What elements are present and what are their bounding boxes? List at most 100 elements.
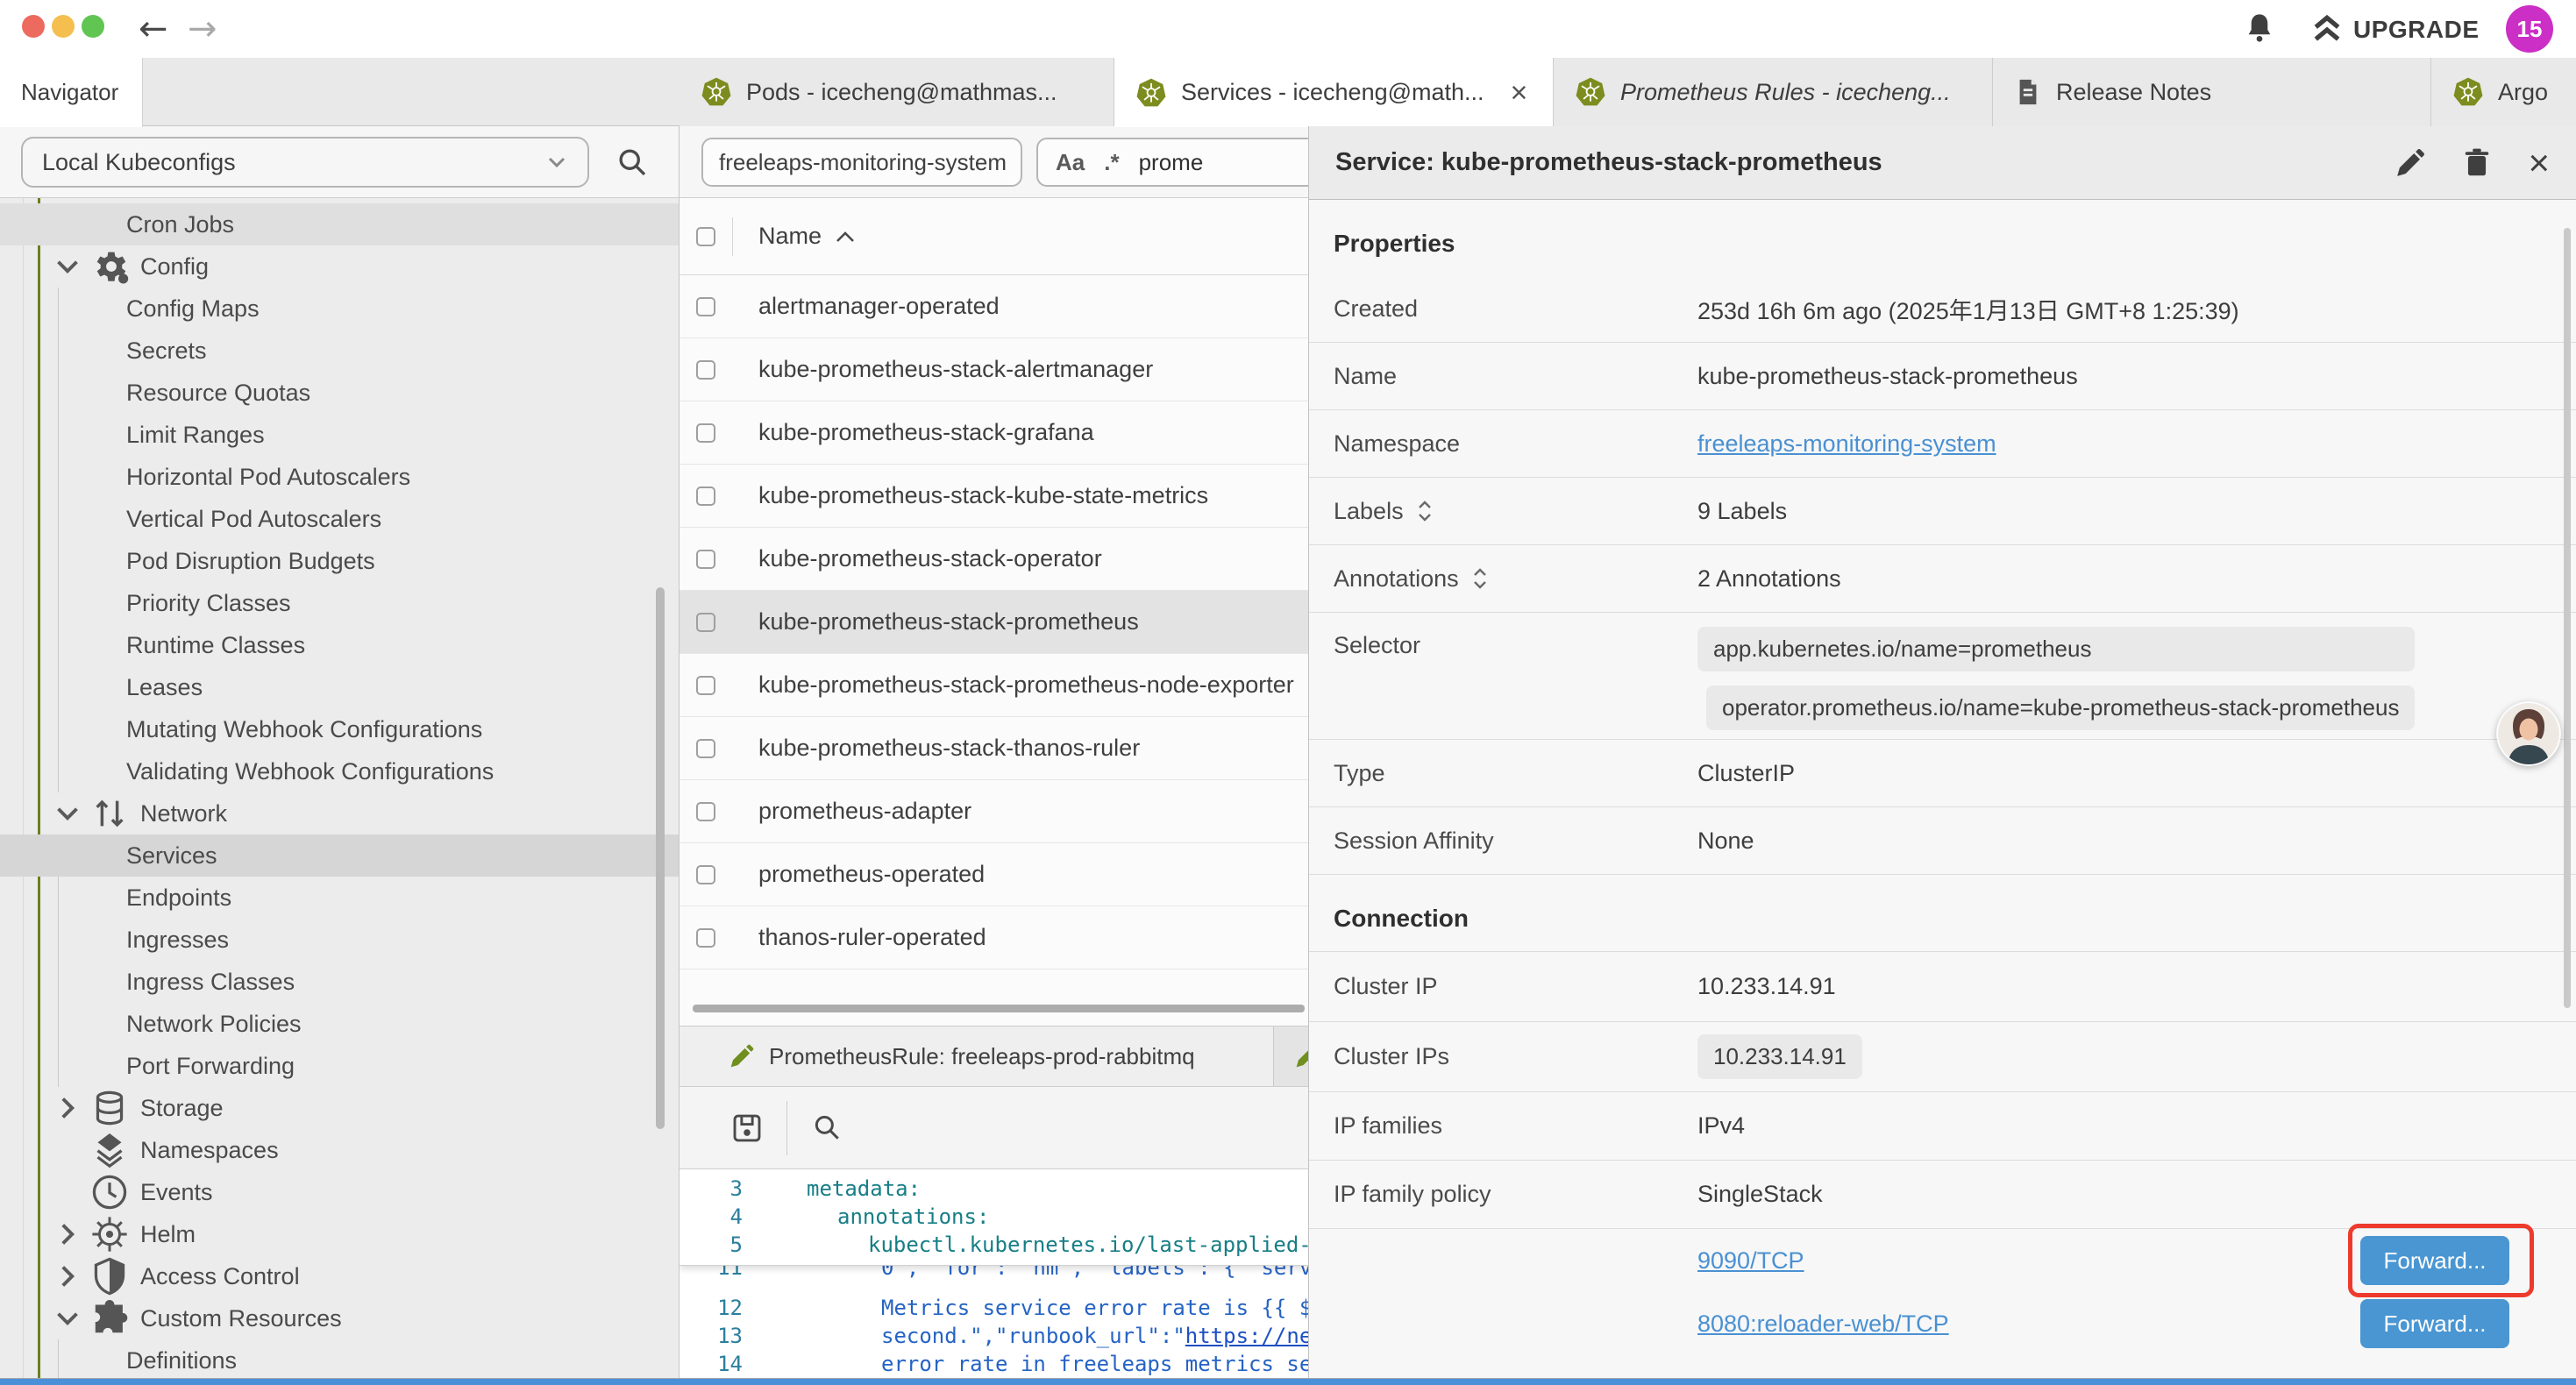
- sidebar-item-events[interactable]: Events: [0, 1171, 679, 1213]
- tab-services[interactable]: Services - icecheng@math... ×: [1114, 58, 1554, 127]
- row-checkbox[interactable]: [696, 423, 715, 443]
- notification-count-badge[interactable]: 15: [2506, 5, 2553, 53]
- close-tab-icon[interactable]: ×: [1511, 78, 1528, 108]
- sidebar-item-ingress-classes[interactable]: Ingress Classes: [0, 961, 679, 1003]
- namespace-link[interactable]: freeleaps-monitoring-system: [1697, 430, 1996, 458]
- expand-updown-icon[interactable]: [1416, 499, 1434, 523]
- row-checkbox[interactable]: [696, 739, 715, 758]
- sidebar-item-services[interactable]: Services: [0, 835, 679, 877]
- row-checkbox[interactable]: [696, 676, 715, 695]
- sidebar-item-namespaces[interactable]: Namespaces: [0, 1129, 679, 1171]
- sidebar-item-runtime-classes[interactable]: Runtime Classes: [0, 624, 679, 666]
- close-window-button[interactable]: [22, 15, 45, 38]
- forward-arrow-icon[interactable]: →: [188, 5, 217, 53]
- search-icon[interactable]: [616, 146, 649, 179]
- sidebar-scrollbar[interactable]: [656, 587, 665, 1129]
- column-divider: [732, 217, 733, 256]
- row-checkbox[interactable]: [696, 487, 715, 506]
- back-arrow-icon[interactable]: ←: [139, 5, 168, 53]
- tab-strip: Navigator Pods - icecheng@mathmas... Ser…: [0, 58, 2576, 126]
- sidebar-item-network[interactable]: Network: [0, 792, 679, 835]
- editor-search-icon[interactable]: [811, 1112, 843, 1143]
- row-checkbox[interactable]: [696, 297, 715, 316]
- runbook-url-link[interactable]: https://net: [1185, 1324, 1308, 1348]
- service-row-kube-prometheus-stack-grafana[interactable]: kube-prometheus-stack-grafana: [680, 401, 1308, 465]
- kubeconfig-select[interactable]: Local Kubeconfigs: [21, 137, 589, 188]
- sidebar-item-leases[interactable]: Leases: [0, 666, 679, 708]
- select-all-checkbox[interactable]: [696, 227, 715, 246]
- sidebar-item-helm[interactable]: Helm: [0, 1213, 679, 1255]
- minimize-window-button[interactable]: [52, 15, 75, 38]
- sidebar-item-priority-classes[interactable]: Priority Classes: [0, 582, 679, 624]
- editor-line: 5 kubectl.kubernetes.io/last-applied-con: [680, 1231, 1308, 1259]
- sidebar-item-port-forwarding[interactable]: Port Forwarding: [0, 1045, 679, 1087]
- save-icon[interactable]: [730, 1112, 764, 1145]
- sidebar-item-storage[interactable]: Storage: [0, 1087, 679, 1129]
- cluster-ip-row: Cluster IP 10.233.14.91: [1309, 952, 2576, 1022]
- service-row-prometheus-adapter[interactable]: prometheus-adapter: [680, 780, 1308, 843]
- detail-scrollbar[interactable]: [2564, 228, 2571, 1008]
- row-checkbox[interactable]: [696, 928, 715, 948]
- sidebar-item-access-control[interactable]: Access Control: [0, 1255, 679, 1297]
- service-row-prometheus-operated[interactable]: prometheus-operated: [680, 843, 1308, 906]
- service-row-thanos-ruler-operated[interactable]: thanos-ruler-operated: [680, 906, 1308, 970]
- sidebar-item-resource-quotas[interactable]: Resource Quotas: [0, 372, 679, 414]
- service-row-kube-prometheus-stack-operator[interactable]: kube-prometheus-stack-operator: [680, 528, 1308, 591]
- sidebar-item-secrets[interactable]: Secrets: [0, 330, 679, 372]
- sidebar-item-validating-webhook-configurations[interactable]: Validating Webhook Configurations: [0, 750, 679, 792]
- row-checkbox[interactable]: [696, 550, 715, 569]
- tab-pods[interactable]: Pods - icecheng@mathmas...: [680, 58, 1114, 126]
- sidebar-item-custom-resources[interactable]: Custom Resources: [0, 1297, 679, 1339]
- sidebar-item-config-maps[interactable]: Config Maps: [0, 288, 679, 330]
- notification-bell-icon[interactable]: [2243, 11, 2276, 46]
- row-checkbox[interactable]: [696, 360, 715, 380]
- row-checkbox[interactable]: [696, 613, 715, 632]
- yaml-editor[interactable]: 11 0', 'for': 'nm', 'labels': { 'service…: [680, 1169, 1308, 1378]
- sidebar-item-vertical-pod-autoscalers[interactable]: Vertical Pod Autoscalers: [0, 498, 679, 540]
- user-avatar[interactable]: [2496, 701, 2561, 766]
- service-row-kube-prometheus-stack-thanos-ruler[interactable]: kube-prometheus-stack-thanos-ruler: [680, 717, 1308, 780]
- service-row-kube-prometheus-stack-alertmanager[interactable]: kube-prometheus-stack-alertmanager: [680, 338, 1308, 401]
- service-row-kube-prometheus-stack-prometheus[interactable]: kube-prometheus-stack-prometheus: [680, 591, 1308, 654]
- regex-toggle[interactable]: .*: [1104, 149, 1119, 176]
- red-highlight-box: [2348, 1224, 2534, 1297]
- name-column-header[interactable]: Name: [758, 223, 855, 250]
- row-checkbox[interactable]: [696, 802, 715, 821]
- tab-prometheusrule-editor[interactable]: PrometheusRule: freeleaps-prod-rabbitmq: [680, 1026, 1274, 1086]
- sidebar-item-ingresses[interactable]: Ingresses: [0, 919, 679, 961]
- sidebar-item-limit-ranges[interactable]: Limit Ranges: [0, 414, 679, 456]
- sidebar-item-cron-jobs[interactable]: Cron Jobs: [0, 203, 679, 245]
- sidebar-item-horizontal-pod-autoscalers[interactable]: Horizontal Pod Autoscalers: [0, 456, 679, 498]
- namespace-filter-select[interactable]: freeleaps-monitoring-system: [701, 138, 1022, 187]
- edit-pencil-icon[interactable]: [2395, 147, 2426, 179]
- tab-navigator[interactable]: Navigator: [0, 58, 143, 127]
- sidebar-item-mutating-webhook-configurations[interactable]: Mutating Webhook Configurations: [0, 708, 679, 750]
- horizontal-scrollbar[interactable]: [693, 1005, 1305, 1012]
- close-panel-icon[interactable]: ×: [2528, 145, 2550, 181]
- resource-tree: Cron Jobs Config Config Maps Secrets Res…: [0, 198, 679, 1378]
- upgrade-chevrons-icon[interactable]: [2311, 13, 2343, 45]
- tab-release-notes[interactable]: Release Notes: [1993, 58, 2431, 126]
- tab-argo[interactable]: Argo Se: [2431, 58, 2576, 126]
- helm-icon: [89, 1220, 130, 1248]
- port-link[interactable]: 9090/TCP: [1697, 1247, 1804, 1275]
- delete-trash-icon[interactable]: [2461, 147, 2493, 179]
- tab-editor-partial[interactable]: [1275, 1026, 1308, 1086]
- search-input[interactable]: Aa .* prome: [1036, 138, 1308, 187]
- case-sensitive-toggle[interactable]: Aa: [1056, 149, 1085, 176]
- sidebar-item-endpoints[interactable]: Endpoints: [0, 877, 679, 919]
- sidebar-item-config[interactable]: Config: [0, 245, 679, 288]
- service-row-kube-prometheus-stack-prometheus-node-exporter[interactable]: kube-prometheus-stack-prometheus-node-ex…: [680, 654, 1308, 717]
- service-row-kube-prometheus-stack-kube-state-metrics[interactable]: kube-prometheus-stack-kube-state-metrics: [680, 465, 1308, 528]
- row-checkbox[interactable]: [696, 865, 715, 884]
- service-row-alertmanager-operated[interactable]: alertmanager-operated: [680, 275, 1308, 338]
- upgrade-label[interactable]: UPGRADE: [2353, 16, 2480, 44]
- tab-prometheus-rules[interactable]: Prometheus Rules - icecheng...: [1554, 58, 1993, 126]
- sidebar-item-definitions[interactable]: Definitions: [0, 1339, 679, 1378]
- expand-updown-icon[interactable]: [1471, 566, 1489, 591]
- sidebar-item-pod-disruption-budgets[interactable]: Pod Disruption Budgets: [0, 540, 679, 582]
- forward-button[interactable]: Forward...: [2360, 1299, 2509, 1348]
- maximize-window-button[interactable]: [82, 15, 104, 38]
- port-link[interactable]: 8080:reloader-web/TCP: [1697, 1310, 1949, 1338]
- sidebar-item-network-policies[interactable]: Network Policies: [0, 1003, 679, 1045]
